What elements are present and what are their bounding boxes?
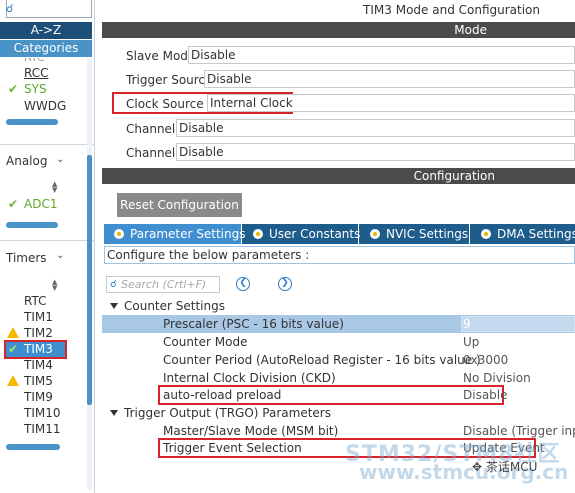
divider (0, 240, 94, 241)
page-title: TIM3 Mode and Configuration (363, 3, 540, 17)
reset-configuration-button[interactable]: Reset Configuration (117, 193, 242, 217)
param-row-prescaler[interactable]: Prescaler (PSC - 16 bits value) 9 (102, 315, 575, 333)
tab-categories[interactable]: Categories (0, 40, 92, 57)
horizontal-scrollbar[interactable] (6, 119, 58, 125)
peripheral-item-tim4[interactable]: TIM4 (24, 358, 53, 372)
tab-label: Parameter Settings (130, 227, 246, 241)
param-name: Prescaler (PSC - 16 bits value) (163, 317, 344, 331)
left-panel: ☌ A->Z Categories RTC RCC ✔ SYS WWDG Ana… (0, 0, 95, 493)
search-icon: ☌ (6, 2, 14, 15)
warning-icon (7, 327, 19, 338)
chevron-down-icon[interactable]: ⌄ (56, 154, 64, 165)
parameter-search-input[interactable]: ☌ Search (Crtl+F) (106, 276, 220, 293)
group-title: Counter Settings (124, 299, 225, 313)
configuration-section-header: Configuration (102, 168, 575, 184)
param-name: Trigger Event Selection (163, 441, 302, 455)
trigger-source-label: Trigger Source (126, 73, 213, 87)
param-value-field[interactable] (461, 316, 575, 332)
expand-caret-icon (110, 410, 118, 416)
trigger-source-select[interactable]: Disable (204, 70, 575, 88)
channel1-label: Channel1 (126, 122, 183, 136)
slave-mode-select[interactable]: Disable (188, 46, 575, 64)
mode-section-header: Mode (102, 22, 575, 38)
group-trigger-output[interactable]: Trigger Output (TRGO) Parameters (110, 406, 331, 420)
check-icon: ✔ (8, 82, 19, 96)
chevron-down-icon[interactable]: ⌄ (56, 250, 64, 261)
tab-label: NVIC Settings (386, 227, 469, 241)
status-dot-icon (114, 229, 124, 239)
category-timers[interactable]: Timers (6, 251, 47, 265)
peripheral-item-tim3[interactable]: TIM3 (24, 342, 53, 356)
check-icon: ✔ (8, 342, 19, 356)
peripheral-item-tim1[interactable]: TIM1 (24, 310, 53, 324)
category-analog[interactable]: Analog (6, 154, 47, 168)
param-row-counter-mode[interactable]: Counter Mode Up (102, 333, 575, 351)
param-name: Counter Period (AutoReload Register - 16… (163, 353, 481, 367)
clipped-list-item: RTC (24, 58, 45, 64)
previous-match-button[interactable]: ❮ (236, 277, 250, 291)
search-placeholder: Search (Crtl+F) (121, 278, 207, 291)
peripheral-item-tim11[interactable]: TIM11 (24, 422, 61, 436)
expand-caret-icon (110, 303, 118, 309)
peripheral-item-tim5[interactable]: TIM5 (24, 374, 53, 388)
wechat-icon: ✥ (472, 460, 486, 474)
group-counter-settings[interactable]: Counter Settings (110, 299, 225, 313)
configure-hint: Configure the below parameters : (104, 246, 575, 264)
param-value[interactable]: 0x3000 (463, 351, 508, 369)
tab-parameter-settings[interactable]: Parameter Settings (104, 224, 246, 244)
tab-dma-settings[interactable]: DMA Settings (471, 224, 575, 244)
status-dot-icon (481, 229, 491, 239)
channel1-select[interactable]: Disable (176, 119, 575, 137)
channel2-label: Channel2 (126, 146, 183, 160)
slave-mode-label: Slave Mode (126, 49, 196, 63)
tab-user-constants[interactable]: User Constants (243, 224, 361, 244)
left-search-field[interactable]: ☌ (6, 0, 92, 18)
status-dot-icon (253, 229, 263, 239)
right-panel: TIM3 Mode and Configuration Mode Slave M… (102, 0, 575, 493)
param-value[interactable]: Disable (463, 386, 508, 404)
wechat-badge: ✥ 茶话MCU (472, 458, 537, 475)
horizontal-scrollbar[interactable] (6, 444, 60, 450)
param-row-auto-reload-preload[interactable]: auto-reload preload Disable (102, 386, 575, 404)
peripheral-item-sys[interactable]: SYS (24, 82, 47, 96)
horizontal-scrollbar[interactable] (6, 222, 58, 228)
param-value[interactable]: Up (463, 333, 479, 351)
badge-label: 茶话MCU (485, 460, 538, 474)
tab-a-to-z[interactable]: A->Z (0, 22, 92, 39)
vertical-scrollbar-thumb[interactable] (87, 155, 92, 405)
clock-source-select[interactable]: Internal Clock (207, 94, 575, 112)
peripheral-item-tim10[interactable]: TIM10 (24, 406, 61, 420)
check-icon: ✔ (8, 197, 19, 211)
search-icon: ☌ (110, 279, 117, 290)
group-title: Trigger Output (TRGO) Parameters (124, 406, 331, 420)
peripheral-item-wwdg[interactable]: WWDG (24, 99, 66, 113)
tab-nvic-settings[interactable]: NVIC Settings (360, 224, 470, 244)
param-row-counter-period[interactable]: Counter Period (AutoReload Register - 16… (102, 351, 575, 369)
config-tab-bar: Parameter Settings User Constants NVIC S… (104, 224, 575, 244)
peripheral-item-rcc[interactable]: RCC (24, 66, 49, 80)
param-name: auto-reload preload (163, 388, 282, 402)
clock-source-label: Clock Source (126, 97, 204, 111)
status-dot-icon (370, 229, 380, 239)
warning-icon (7, 375, 19, 386)
param-name: Counter Mode (163, 335, 248, 349)
tab-label: User Constants (269, 227, 361, 241)
divider (0, 144, 94, 145)
sort-icon[interactable]: ▲ ▼ (52, 279, 57, 292)
peripheral-item-tim9[interactable]: TIM9 (24, 390, 53, 404)
next-match-button[interactable]: ❯ (278, 277, 292, 291)
peripheral-item-tim2[interactable]: TIM2 (24, 326, 53, 340)
sort-icon[interactable]: ▲ ▼ (52, 181, 57, 194)
tab-label: DMA Settings (497, 227, 575, 241)
param-value[interactable]: 9 (463, 315, 471, 333)
peripheral-item-rtc[interactable]: RTC (24, 294, 46, 308)
channel2-select[interactable]: Disable (176, 143, 575, 161)
peripheral-item-adc1[interactable]: ADC1 (24, 197, 57, 211)
